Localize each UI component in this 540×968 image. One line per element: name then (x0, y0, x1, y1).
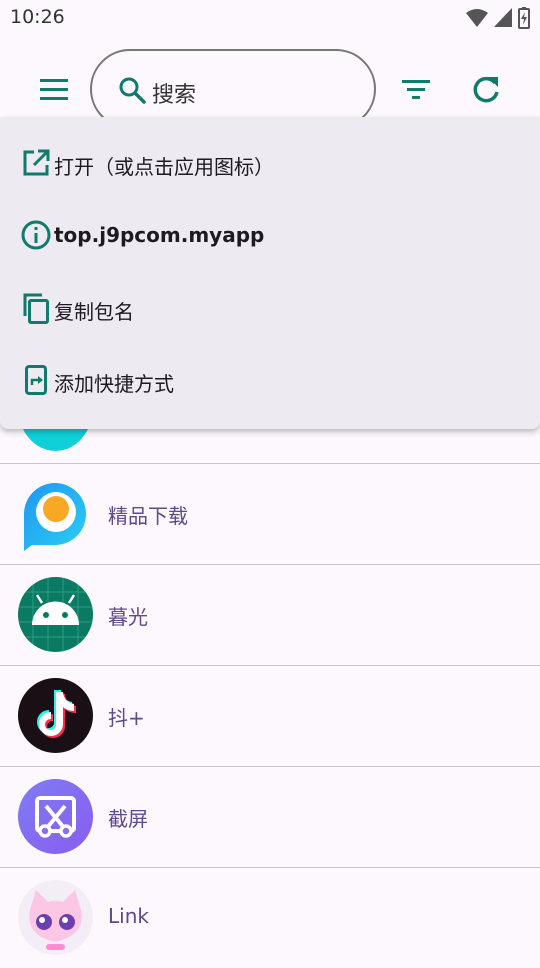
tiktok-icon (18, 678, 93, 753)
filter-icon (402, 80, 430, 99)
android-icon (18, 577, 93, 652)
menu-item-open[interactable]: 打开（或点击应用图标） (0, 129, 540, 199)
search-placeholder: 搜索 (152, 83, 197, 108)
app-icon-jingpin (18, 476, 93, 551)
status-time: 10:26 (10, 6, 65, 28)
menu-button[interactable] (34, 70, 74, 110)
app-name: 截屏 (108, 807, 148, 831)
list-item[interactable]: Link (0, 868, 540, 968)
app-name: 暮光 (108, 605, 148, 629)
menu-item-add-shortcut[interactable]: 添加快捷方式 (0, 346, 540, 416)
status-bar: 10:26 (0, 0, 540, 36)
app-list: 精品下载 暮光 抖+ 截屏 Link (0, 363, 540, 968)
search-icon (119, 77, 146, 104)
menu-item-label: 打开（或点击应用图标） (54, 155, 274, 179)
wifi-icon (466, 9, 488, 27)
list-item[interactable]: 暮光 (0, 565, 540, 666)
status-icons (466, 7, 530, 29)
menu-item-label: 添加快捷方式 (54, 372, 174, 396)
info-icon (21, 220, 51, 250)
signal-icon (494, 8, 512, 27)
menu-item-label: top.j9pcom.myapp (54, 223, 265, 247)
app-name: 精品下载 (108, 504, 188, 528)
menu-item-label: 复制包名 (54, 300, 134, 324)
menu-item-package-info[interactable]: top.j9pcom.myapp (0, 201, 540, 271)
cat-avatar-icon (18, 880, 93, 955)
add-shortcut-icon (25, 365, 47, 395)
app-name: Link (108, 904, 149, 928)
menu-item-copy-package[interactable]: 复制包名 (0, 274, 540, 344)
open-in-new-icon (23, 149, 50, 176)
battery-icon (518, 7, 530, 29)
filter-button[interactable] (398, 72, 434, 108)
hamburger-menu-icon (40, 79, 68, 100)
copy-icon (23, 293, 49, 324)
list-item[interactable]: 截屏 (0, 767, 540, 868)
app-name: 抖+ (108, 706, 145, 730)
screenshot-icon (18, 779, 93, 854)
list-item[interactable]: 抖+ (0, 666, 540, 767)
refresh-icon (473, 76, 499, 103)
list-item[interactable]: 精品下载 (0, 464, 540, 565)
refresh-button[interactable] (468, 72, 504, 108)
app-context-menu: 打开（或点击应用图标） top.j9pcom.myapp 复制包名 添加快捷方式 (0, 117, 540, 429)
